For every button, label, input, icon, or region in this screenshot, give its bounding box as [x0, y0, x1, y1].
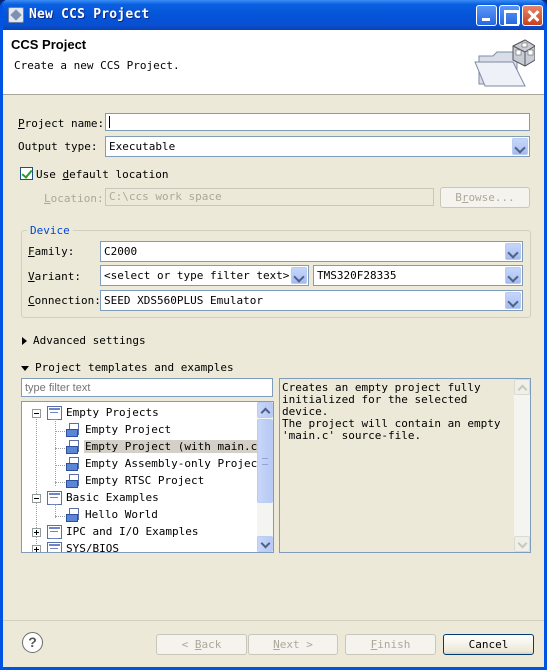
scroll-down-icon[interactable] [514, 536, 530, 552]
tree-item-label: Hello World [85, 508, 158, 521]
scroll-down-icon[interactable] [257, 536, 273, 552]
close-icon[interactable] [522, 5, 543, 26]
expand-icon[interactable] [32, 528, 41, 537]
use-default-location-checkbox[interactable] [20, 167, 33, 180]
tree-scrollbar[interactable] [257, 402, 273, 552]
variant-select[interactable]: TMS320F28335 [313, 265, 523, 286]
variant-filter-value: <select or type filter text> [104, 269, 290, 282]
dialog-window: New CCS Project CCS Project Create a new… [0, 0, 547, 670]
collapse-icon[interactable] [32, 494, 41, 503]
browse-button[interactable]: Browse... [440, 187, 530, 208]
wizard-title: CCS Project [11, 37, 87, 52]
tree-item-label: Basic Examples [66, 491, 159, 504]
output-type-value: Executable [109, 140, 176, 153]
tree-item-label: Empty RTSC Project [85, 474, 205, 487]
tree-item-label: Empty Assembly-only Project [85, 457, 264, 470]
dropdown-arrow-icon[interactable] [505, 267, 521, 284]
family-value: C2000 [104, 245, 138, 258]
tree-item-label: Empty Projects [66, 406, 159, 419]
location-label: Location: [44, 192, 104, 205]
dropdown-arrow-icon[interactable] [505, 243, 521, 260]
tree-item-empty-projects[interactable]: Empty Projects [22, 405, 258, 422]
expand-triangle-icon [22, 337, 27, 345]
tree-item-ipc-io[interactable]: IPC and I/O Examples [22, 524, 258, 541]
device-group-title: Device [27, 224, 73, 237]
connection-value: SEED XDS560PLUS Emulator [104, 294, 263, 307]
location-input[interactable]: C:\ccs work space [105, 188, 434, 206]
window-title: New CCS Project [29, 7, 150, 22]
help-icon[interactable]: ? [22, 632, 43, 653]
maximize-icon[interactable] [499, 5, 520, 26]
variant-label: Variant: [28, 270, 81, 283]
next-button[interactable]: Next > [248, 634, 338, 655]
scroll-thumb[interactable] [257, 419, 273, 503]
project-icon [66, 474, 81, 488]
advanced-settings-label: Advanced settings [33, 334, 146, 347]
template-filter-input[interactable] [21, 378, 273, 397]
templates-expander[interactable]: Project templates and examples [21, 361, 234, 374]
output-type-select[interactable]: Executable [105, 136, 530, 157]
folder-icon [47, 525, 62, 539]
dropdown-arrow-icon[interactable] [291, 267, 307, 284]
output-type-label: Output type: [18, 140, 98, 153]
title-bar[interactable]: New CCS Project [3, 0, 544, 30]
back-button[interactable]: < Back [156, 634, 247, 655]
tree-item-hello-world[interactable]: Hello World [22, 507, 258, 524]
project-icon [66, 423, 81, 437]
tree-item-empty-rtsc[interactable]: Empty RTSC Project [22, 473, 258, 490]
tree-item-empty-project[interactable]: Empty Project [22, 422, 258, 439]
tree-item-label: Empty Project (with main.c) [84, 440, 265, 453]
folder-icon [47, 406, 62, 420]
description-scrollbar[interactable] [514, 379, 530, 552]
tree-item-empty-project-main[interactable]: Empty Project (with main.c) [22, 439, 265, 456]
wizard-folder-icon [474, 39, 535, 87]
scroll-up-icon[interactable] [514, 379, 530, 395]
dropdown-arrow-icon[interactable] [512, 138, 528, 155]
variant-value: TMS320F28335 [317, 269, 397, 282]
templates-label: Project templates and examples [35, 361, 234, 374]
footer-separator [3, 620, 544, 621]
family-select[interactable]: C2000 [100, 241, 523, 262]
wizard-header: CCS Project Create a new CCS Project. [3, 30, 544, 95]
folder-icon [47, 491, 62, 505]
connection-label: Connection: [28, 294, 101, 307]
project-name-label: Project name: [18, 117, 105, 130]
minimize-icon[interactable] [476, 5, 497, 26]
tree-item-sys-bios[interactable]: SYS/BIOS [22, 541, 258, 553]
advanced-settings-expander[interactable]: Advanced settings [22, 334, 146, 347]
tree-item-basic-examples[interactable]: Basic Examples [22, 490, 258, 507]
use-default-location-label: Use default location [36, 168, 169, 181]
dropdown-arrow-icon[interactable] [505, 292, 521, 309]
project-icon [66, 457, 81, 471]
tree-item-label: IPC and I/O Examples [66, 525, 199, 538]
wizard-description: Create a new CCS Project. [14, 59, 180, 72]
variant-filter-select[interactable]: <select or type filter text> [100, 265, 309, 286]
template-description-box: Creates an empty project fully initializ… [279, 378, 531, 553]
tree-item-label: Empty Project [85, 423, 172, 436]
expand-icon[interactable] [32, 545, 41, 552]
scroll-up-icon[interactable] [257, 402, 273, 418]
collapse-icon[interactable] [32, 409, 41, 418]
family-label: Family: [28, 245, 75, 258]
ccs-app-icon [8, 7, 24, 23]
tree-item-empty-assembly[interactable]: Empty Assembly-only Project [22, 456, 264, 473]
templates-tree: Empty Projects Empty Project Empty Proje… [21, 401, 274, 553]
project-icon [66, 508, 81, 522]
project-icon [66, 440, 81, 454]
collapse-triangle-icon [21, 365, 29, 371]
folder-icon [47, 542, 62, 552]
finish-button[interactable]: Finish [345, 634, 436, 655]
tree-item-label: SYS/BIOS [66, 542, 119, 553]
connection-select[interactable]: SEED XDS560PLUS Emulator [100, 290, 523, 311]
project-name-input[interactable] [105, 113, 530, 131]
cancel-button[interactable]: Cancel [443, 634, 534, 655]
template-description: Creates an empty project fully initializ… [282, 381, 501, 442]
